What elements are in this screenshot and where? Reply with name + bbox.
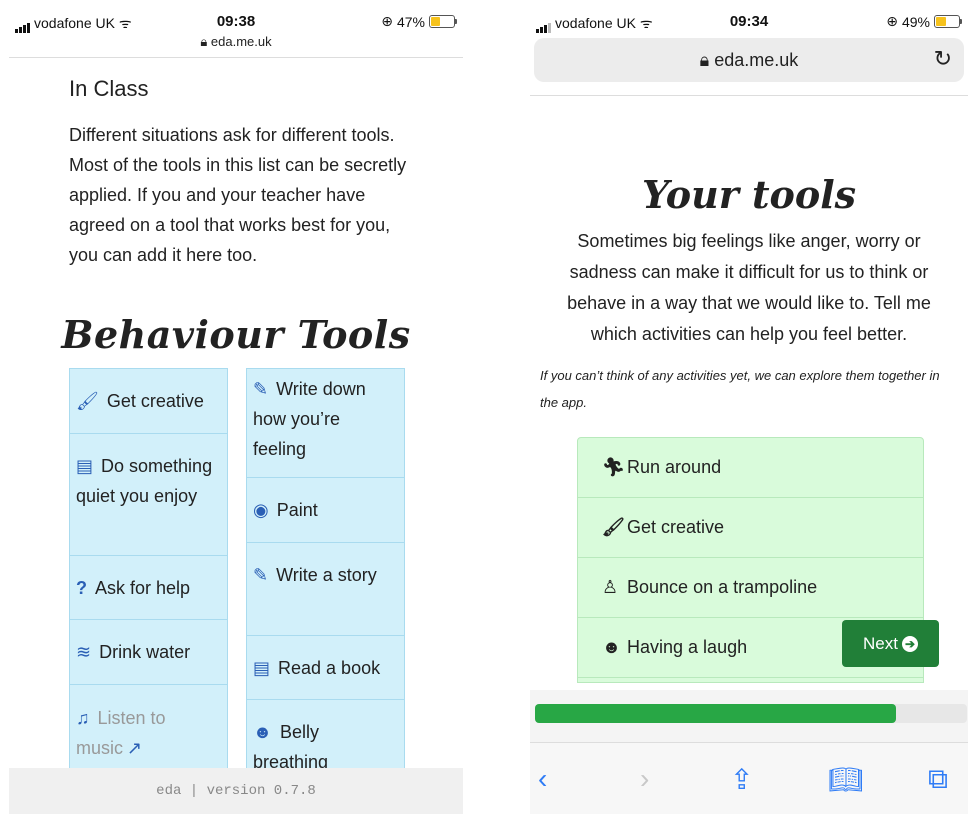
activity-label: Bounce on a trampoline (627, 577, 818, 597)
tabs-icon[interactable]: ⧉ (928, 763, 948, 796)
paintbrush-icon: 🖌 (76, 391, 99, 411)
smile-icon: ☻ (253, 722, 272, 742)
page-title: Behaviour Tools (61, 312, 411, 357)
external-link-icon[interactable]: ↗ (127, 738, 142, 758)
tools-column-right: ✎ Write down how you’re feeling ◉ Paint ✎ W… (246, 368, 405, 772)
tool-label: Write a story (276, 565, 377, 585)
page-title: Your tools (641, 172, 857, 217)
page-description: Sometimes big feelings like anger, worry… (567, 231, 931, 344)
progress-bar (535, 704, 967, 723)
tool-label: Ask for help (95, 578, 191, 598)
activity-get-creative[interactable]: 🖌︎ Get creative (578, 498, 923, 558)
divider (530, 95, 968, 96)
activity-label: Run around (627, 457, 722, 477)
lock-icon: 🔒︎ (200, 34, 211, 49)
status-bar: vodafone UK ᯤ 09:38 ⊕ 47% (9, 0, 463, 33)
battery-percent: 47% (396, 13, 425, 30)
tool-label: Drink water (99, 642, 191, 662)
question-icon: ? (76, 578, 87, 598)
url-label[interactable]: 🔒︎ eda.me.uk (9, 34, 463, 50)
progress-fill (535, 704, 896, 723)
version-footer: eda | version 0.7.8 (9, 768, 463, 814)
url-text: eda.me.uk (210, 34, 272, 49)
book-icon: ▤ (76, 456, 94, 476)
status-bar: vodafone UK ᯤ 09:34 ⊕ 49% (530, 0, 968, 33)
tool-listen-to-music[interactable]: ♫ Listen to music ↗ (70, 685, 227, 775)
activity-label: Get creative (627, 517, 725, 537)
back-icon[interactable]: ‹ (538, 763, 547, 795)
battery-icon (934, 15, 962, 28)
tool-label: Read a book (278, 658, 381, 678)
tool-write-down-feelings[interactable]: ✎ Write down how you’re feeling (247, 369, 404, 478)
orientation-lock-icon: ⊕ (381, 13, 393, 29)
progress-area (530, 690, 968, 742)
battery-status: ⊕ 47% (381, 13, 457, 30)
left-phone-screen: vodafone UK ᯤ 09:38 ⊕ 47% 🔒︎ eda.me.uk I… (9, 0, 463, 814)
tool-label: Write down how you’re feeling (253, 379, 366, 459)
pencil-icon: ✎ (253, 565, 269, 585)
section-heading: In Class (69, 76, 149, 101)
water-icon: ≋ (76, 642, 92, 662)
tool-ask-for-help[interactable]: ? Ask for help (70, 556, 227, 620)
activity-label: Having a laugh (627, 637, 748, 657)
divider (9, 57, 463, 58)
music-icon: ♫ (76, 708, 90, 728)
battery-percent: 49% (901, 13, 930, 30)
arrow-right-circle-icon: ➔ (901, 636, 918, 653)
tool-get-creative[interactable]: 🖌 Get creative (70, 369, 227, 434)
url-label: 🔒︎ eda.me.uk (534, 50, 964, 71)
tool-do-something-quiet[interactable]: ▤ Do something quiet you enjoy (70, 434, 227, 556)
share-icon[interactable]: ⇪ (730, 763, 753, 796)
url-text: eda.me.uk (714, 50, 799, 70)
next-button[interactable]: Next ➔ (842, 620, 939, 667)
next-label: Next (863, 633, 898, 653)
reload-icon[interactable]: ↻ (934, 46, 952, 72)
paintbrush-icon: 🖌︎ (602, 517, 625, 537)
battery-status: ⊕ 49% (886, 13, 962, 30)
tool-read-a-book[interactable]: ▤ Read a book (247, 636, 404, 700)
battery-icon (429, 15, 457, 28)
laugh-icon: ☻ (602, 637, 621, 657)
orientation-lock-icon: ⊕ (886, 13, 898, 29)
running-icon: 🏃︎ (602, 457, 625, 477)
activity-run-around[interactable]: 🏃︎ Run around (578, 438, 923, 498)
address-bar[interactable]: 🔒︎ eda.me.uk ↻ (534, 38, 964, 82)
palette-icon: ◉ (253, 500, 269, 520)
tool-drink-water[interactable]: ≋ Drink water (70, 620, 227, 685)
section-description: Different situations ask for different t… (69, 125, 407, 265)
bookmarks-icon[interactable]: 📖︎ (828, 763, 864, 796)
book-icon: ▤ (253, 658, 271, 678)
activity-bounce-trampoline[interactable]: ♙ Bounce on a trampoline (578, 558, 923, 618)
tool-label: Paint (276, 500, 318, 520)
forward-icon[interactable]: › (640, 763, 649, 795)
helper-note: If you can’t think of any activities yet… (540, 368, 940, 410)
tool-write-a-story[interactable]: ✎ Write a story (247, 543, 404, 636)
child-icon: ♙ (602, 577, 619, 597)
tool-label: Get creative (106, 391, 204, 411)
tool-paint[interactable]: ◉ Paint (247, 478, 404, 543)
tools-column-left: 🖌 Get creative ▤ Do something quiet you en… (69, 368, 228, 769)
pencil-icon: ✎ (253, 379, 269, 399)
right-phone-screen: vodafone UK ᯤ 09:34 ⊕ 49% 🔒︎ eda.me.uk ↻… (530, 0, 968, 814)
browser-toolbar: ‹ › ⇪ 📖︎ ⧉ (530, 742, 968, 814)
tool-label: Do something quiet you enjoy (76, 456, 213, 506)
lock-icon: 🔒︎ (699, 50, 715, 70)
